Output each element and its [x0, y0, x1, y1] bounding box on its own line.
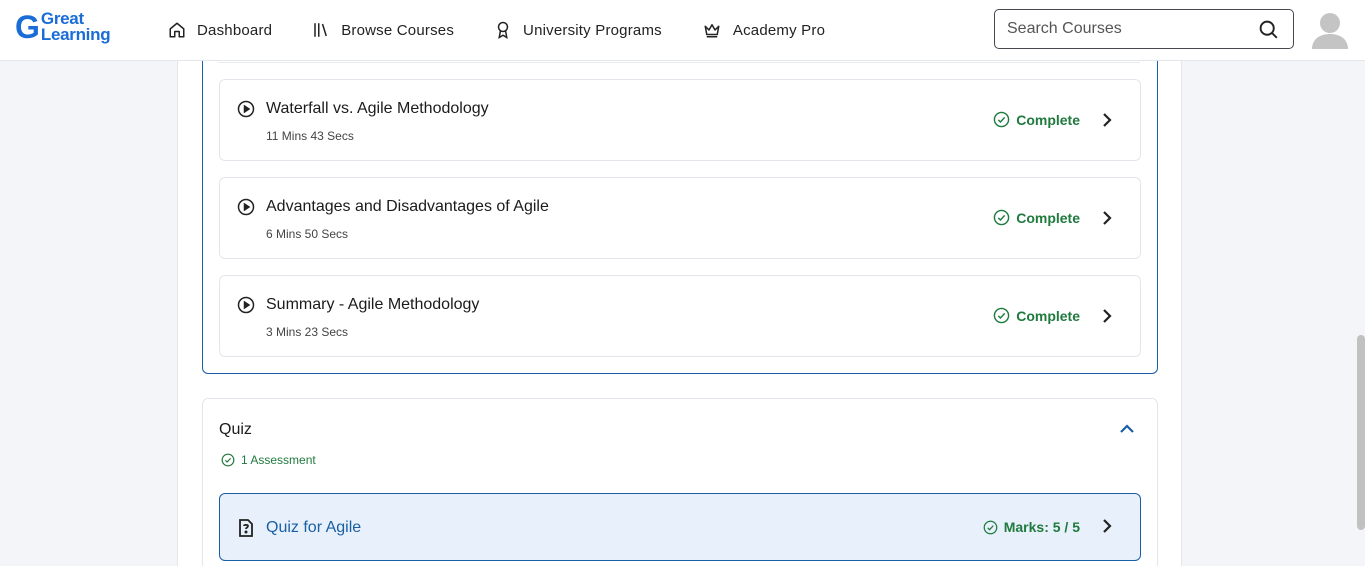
check-circle-icon — [993, 111, 1010, 128]
lesson-title: Waterfall vs. Agile Methodology — [266, 100, 489, 117]
logo-mark: G — [15, 9, 40, 45]
nav-academy-pro[interactable]: Academy Pro — [702, 21, 825, 39]
play-circle-icon — [237, 100, 255, 118]
course-content-panel: Waterfall vs. Agile Methodology 11 Mins … — [177, 51, 1182, 566]
search-input[interactable] — [1007, 20, 1247, 38]
lesson-title: Summary - Agile Methodology — [266, 296, 480, 313]
lesson-status-label: Complete — [1016, 209, 1080, 226]
nav-browse-courses-label: Browse Courses — [341, 21, 455, 39]
top-header: G Great Learning Dashboard Browse Course… — [0, 0, 1365, 61]
lesson-duration: 3 Mins 23 Secs — [266, 325, 349, 339]
crown-icon — [704, 24, 720, 38]
main-nav: Dashboard Browse Courses University Prog… — [168, 0, 865, 60]
assessment-count: 1 Assessment — [221, 453, 316, 467]
nav-university-programs[interactable]: University Programs — [494, 21, 662, 39]
lesson-duration: 6 Mins 50 Secs — [266, 227, 349, 241]
quiz-section: Quiz 1 Assessment Quiz for Agile Marks: … — [202, 398, 1158, 566]
lesson-status: Complete — [993, 209, 1080, 226]
user-avatar-icon[interactable] — [1312, 11, 1348, 49]
lesson-card[interactable]: Summary - Agile Methodology 3 Mins 23 Se… — [219, 275, 1141, 357]
lesson-status: Complete — [993, 307, 1080, 324]
chevron-up-icon[interactable] — [1119, 422, 1135, 436]
quiz-marks: Marks: 5 / 5 — [983, 519, 1080, 535]
nav-university-programs-label: University Programs — [523, 21, 662, 39]
chevron-right-icon[interactable] — [1100, 308, 1114, 324]
quiz-item-title: Quiz for Agile — [266, 519, 362, 536]
nav-academy-pro-label: Academy Pro — [732, 21, 826, 39]
quiz-section-title: Quiz — [219, 421, 252, 438]
lesson-status-label: Complete — [1016, 307, 1080, 324]
lesson-duration: 11 Mins 43 Secs — [266, 129, 354, 143]
chevron-right-icon[interactable] — [1100, 112, 1114, 128]
page-scrollbar[interactable] — [1357, 335, 1365, 530]
award-icon — [497, 21, 509, 39]
check-circle-icon — [993, 307, 1010, 324]
quiz-doc-icon — [239, 519, 253, 537]
check-circle-icon — [983, 520, 998, 534]
lesson-status: Complete — [993, 111, 1080, 128]
search-icon[interactable] — [1258, 19, 1279, 40]
nav-browse-courses[interactable]: Browse Courses — [312, 21, 454, 39]
quiz-marks-label: Marks: 5 / 5 — [1003, 519, 1080, 535]
chevron-right-icon[interactable] — [1100, 210, 1114, 226]
logo-line2: Learning — [40, 25, 111, 44]
great-learning-logo[interactable]: G Great Learning — [15, 9, 111, 45]
nav-dashboard[interactable]: Dashboard — [168, 21, 272, 39]
assessment-count-label: 1 Assessment — [241, 453, 316, 467]
lesson-card[interactable]: Advantages and Disadvantages of Agile 6 … — [219, 177, 1141, 259]
lesson-card[interactable]: Waterfall vs. Agile Methodology 11 Mins … — [219, 79, 1141, 161]
play-circle-icon — [237, 198, 255, 216]
nav-dashboard-label: Dashboard — [197, 21, 273, 39]
lesson-status-label: Complete — [1016, 111, 1080, 128]
play-circle-icon — [237, 296, 255, 314]
lesson-title: Advantages and Disadvantages of Agile — [266, 198, 549, 215]
check-circle-icon — [221, 453, 235, 467]
home-icon — [169, 22, 185, 38]
quiz-item[interactable]: Quiz for Agile Marks: 5 / 5 — [219, 493, 1141, 561]
previous-lesson-edge — [218, 61, 1140, 63]
search-box — [994, 9, 1294, 49]
check-circle-icon — [993, 209, 1010, 226]
library-icon — [314, 23, 328, 37]
chevron-right-icon[interactable] — [1100, 518, 1114, 534]
